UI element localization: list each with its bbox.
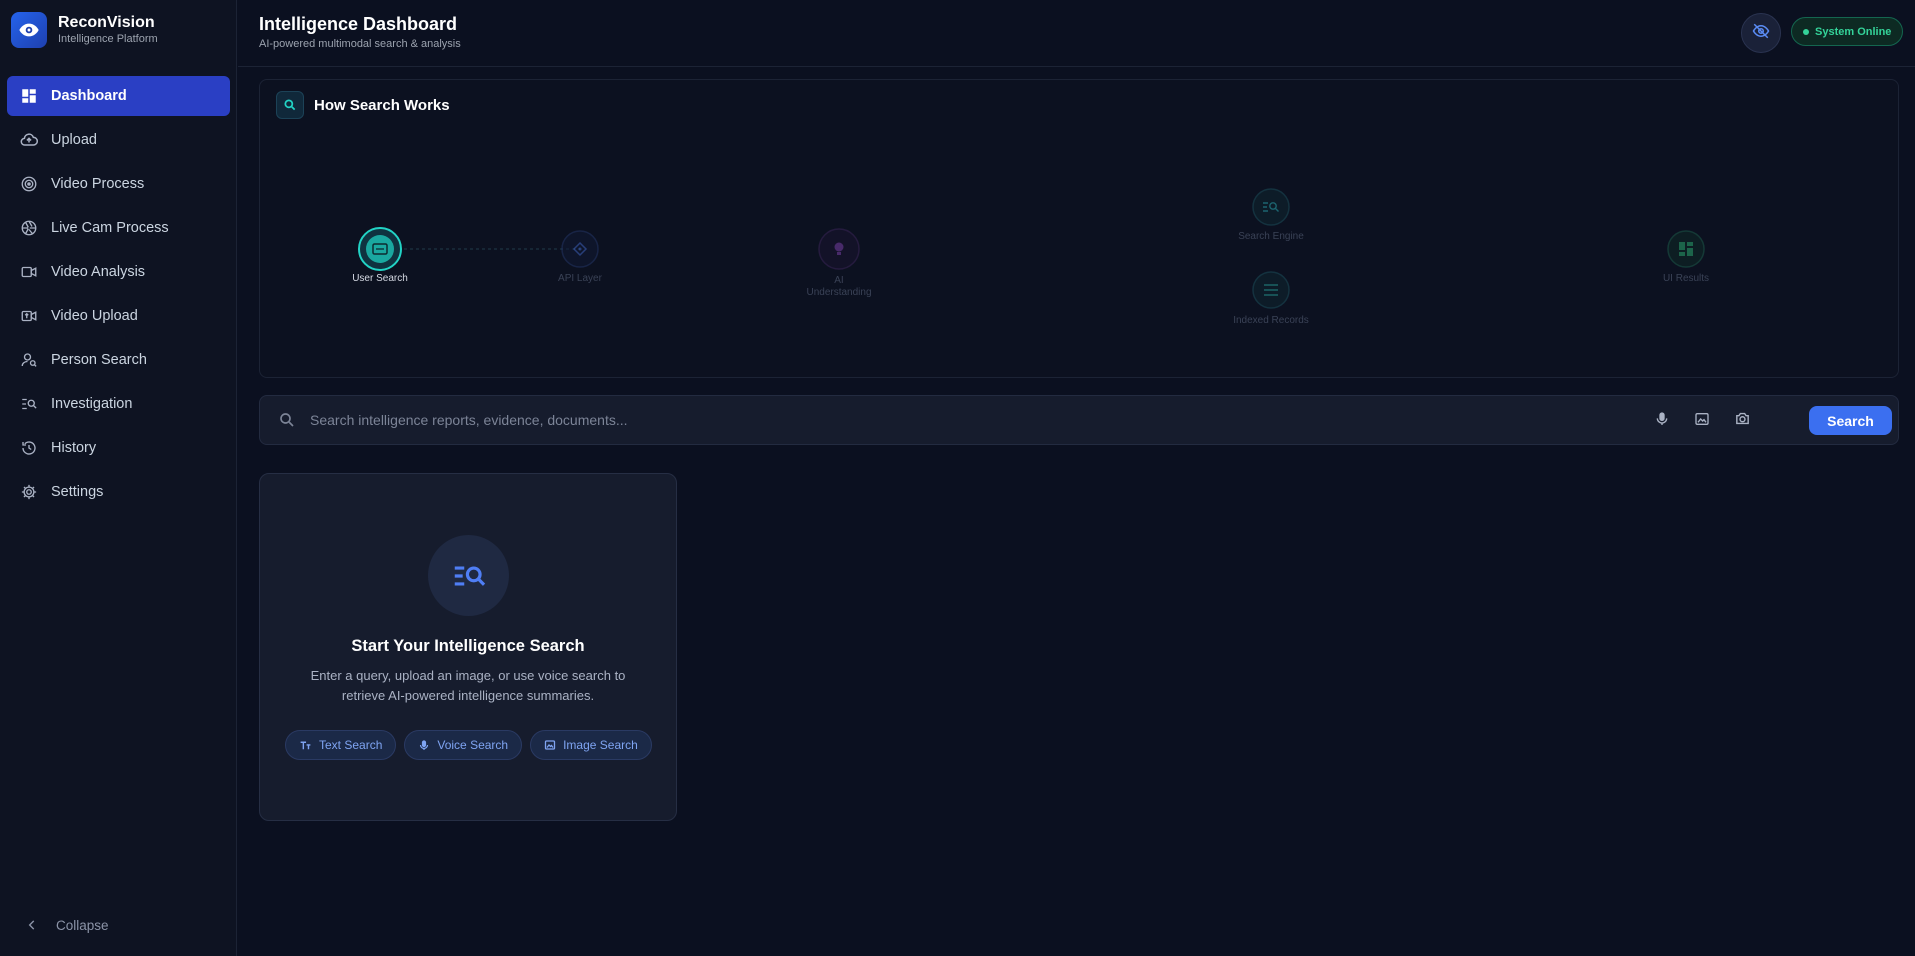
start-title: Start Your Intelligence Search xyxy=(351,637,585,655)
sidebar-item-label: Person Search xyxy=(51,352,147,368)
image-search-chip[interactable]: Image Search xyxy=(530,730,652,760)
sidebar-item-dashboard[interactable]: Dashboard xyxy=(7,76,230,116)
sidebar-item-settings[interactable]: Settings xyxy=(7,472,230,512)
cloud-upload-icon xyxy=(19,130,39,150)
image-icon xyxy=(1694,411,1710,432)
chip-label: Image Search xyxy=(563,738,638,752)
flow-label-line: AI xyxy=(834,275,844,286)
sidebar-item-label: Investigation xyxy=(51,396,133,412)
flow-label-ui-results: UI Results xyxy=(1662,273,1710,284)
sidebar-item-label: Upload xyxy=(51,132,97,148)
sidebar-item-label: History xyxy=(51,440,97,456)
privacy-toggle-button[interactable] xyxy=(1741,13,1781,53)
start-search-card: Start Your Intelligence Search Enter a q… xyxy=(259,473,677,821)
how-search-works-panel: How Search Works User Search API Layer A… xyxy=(259,79,1899,378)
collapse-button[interactable]: Collapse xyxy=(22,915,109,935)
flow-node-user-search[interactable] xyxy=(358,227,402,271)
eye-logo-icon xyxy=(11,12,47,48)
status-dot-icon xyxy=(1803,28,1809,35)
sidebar-item-label: Dashboard xyxy=(51,88,127,104)
collapse-label: Collapse xyxy=(56,917,109,933)
gear-icon xyxy=(19,482,39,502)
person-search-icon xyxy=(19,350,39,370)
search-bar: Search xyxy=(259,395,1899,445)
flow-node-ai-understanding[interactable] xyxy=(818,228,860,270)
image-search-button[interactable] xyxy=(1690,409,1714,433)
camera-search-button[interactable] xyxy=(1730,409,1754,433)
start-description: Enter a query, upload an image, or use v… xyxy=(310,668,626,703)
flow-label-search-engine: Search Engine xyxy=(1238,231,1304,242)
sidebar-item-video-upload[interactable]: Video Upload xyxy=(7,296,230,336)
search-icon xyxy=(276,91,304,119)
video-upload-icon xyxy=(19,306,39,326)
status-label: System Online xyxy=(1815,25,1892,38)
sidebar-item-upload[interactable]: Upload xyxy=(7,120,230,160)
search-button[interactable]: Search xyxy=(1809,406,1892,435)
history-icon xyxy=(19,438,39,458)
brand[interactable]: ReconVision Intelligence Platform xyxy=(0,0,236,60)
voice-search-chip[interactable]: Voice Search xyxy=(404,730,523,760)
brand-subtitle: Intelligence Platform xyxy=(58,33,158,45)
sidebar-item-label: Settings xyxy=(51,484,104,500)
status-badge: System Online xyxy=(1791,17,1904,46)
camera-icon xyxy=(1734,410,1751,432)
search-input[interactable] xyxy=(310,405,1610,435)
sidebar-nav: Dashboard Upload Video Process Live Cam … xyxy=(7,76,230,516)
flow-diagram xyxy=(358,188,1705,309)
mic-icon xyxy=(1654,411,1670,432)
search-icon xyxy=(278,411,296,434)
manage-search-icon xyxy=(428,535,509,616)
page-title: Intelligence Dashboard xyxy=(259,14,458,34)
flow-label-ai-understanding: AI Understanding xyxy=(779,275,899,299)
sidebar-item-label: Video Process xyxy=(51,176,145,192)
sidebar-item-label: Live Cam Process xyxy=(51,220,169,236)
chevron-left-icon xyxy=(22,915,42,935)
flow-node-api-layer[interactable] xyxy=(561,230,599,268)
sidebar-item-investigation[interactable]: Investigation xyxy=(7,384,230,424)
sidebar-item-label: Video Upload xyxy=(51,308,138,324)
flow-label-user-search: User Search xyxy=(352,273,408,284)
text-fields-icon xyxy=(299,739,312,752)
flow-node-search-engine[interactable] xyxy=(1252,188,1290,226)
flow-label-api-layer: API Layer xyxy=(558,273,602,284)
target-icon xyxy=(19,174,39,194)
search-mode-chips: Text Search Voice Search Image Search xyxy=(285,730,652,760)
dashboard-icon xyxy=(19,86,39,106)
flow-node-indexed-records[interactable] xyxy=(1252,271,1290,309)
panel-header: How Search Works xyxy=(276,91,450,119)
page-subtitle: AI-powered multimodal search & analysis xyxy=(259,38,461,50)
videocam-icon xyxy=(19,262,39,282)
flow-label-indexed-records: Indexed Records xyxy=(1233,315,1309,326)
voice-search-button[interactable] xyxy=(1650,409,1674,433)
aperture-icon xyxy=(19,218,39,238)
chip-label: Voice Search xyxy=(437,738,509,752)
eye-off-icon xyxy=(1752,22,1770,45)
image-icon xyxy=(544,739,556,751)
sidebar-item-video-analysis[interactable]: Video Analysis xyxy=(7,252,230,292)
brand-name: ReconVision xyxy=(58,14,155,31)
chip-label: Text Search xyxy=(319,738,383,752)
manage-search-icon xyxy=(19,394,39,414)
sidebar-item-person-search[interactable]: Person Search xyxy=(7,340,230,380)
sidebar-item-history[interactable]: History xyxy=(7,428,230,468)
text-search-chip[interactable]: Text Search xyxy=(285,730,397,760)
mic-icon xyxy=(418,739,430,752)
flow-node-ui-results[interactable] xyxy=(1667,230,1705,268)
sidebar: ReconVision Intelligence Platform Dashbo… xyxy=(0,0,237,956)
flow-label-line: Understanding xyxy=(806,287,872,298)
sidebar-item-live-cam-process[interactable]: Live Cam Process xyxy=(7,208,230,248)
sidebar-item-video-process[interactable]: Video Process xyxy=(7,164,230,204)
panel-title: How Search Works xyxy=(314,96,450,114)
top-header: Intelligence Dashboard AI-powered multim… xyxy=(238,0,1915,67)
sidebar-item-label: Video Analysis xyxy=(51,264,146,280)
